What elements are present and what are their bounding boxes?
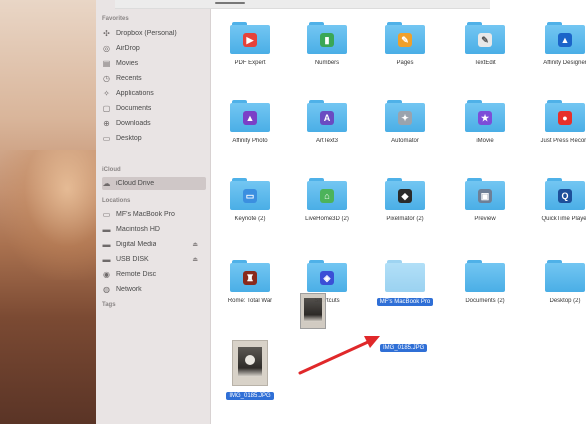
annotation-arrow xyxy=(298,336,380,375)
arrow-shaft xyxy=(298,340,370,375)
dragged-photo-thumbnail[interactable] xyxy=(300,293,326,329)
dragged-photo-label: IMG_0185.JPG xyxy=(380,344,428,352)
